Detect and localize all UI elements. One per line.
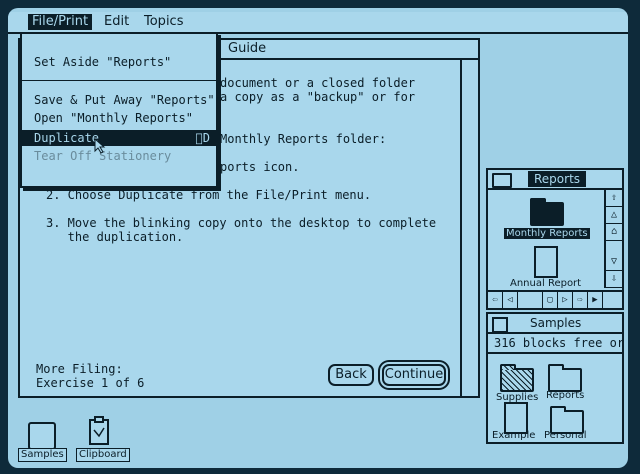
file-print-menu: Set Aside "Reports" Save & Put Away "Rep… <box>20 32 218 188</box>
menu-item-save-put-away[interactable]: Save & Put Away "Reports" <box>22 92 216 108</box>
disk-space-info: 316 blocks free or <box>494 336 625 350</box>
clipboard-label[interactable]: Clipboard <box>76 448 130 462</box>
scroll-left-icon[interactable]: ◁ <box>503 292 518 308</box>
reports-horizontal-scrollbar[interactable]: ⇦ ◁ ▢ ▷ ⇨ ▶ <box>488 290 622 308</box>
doc-line: a copy as a "backup" or for <box>220 90 416 104</box>
screen: File/Print Edit Topics Guide document or… <box>8 8 628 468</box>
samples-window: Samples 316 blocks free or Supplies Repo… <box>486 312 624 444</box>
doc-line: ports icon. <box>220 160 300 174</box>
scroll-down-icon[interactable]: ▽ <box>606 254 622 271</box>
doc-line: the duplication. <box>46 230 184 244</box>
scroll-top-icon[interactable]: ⌂ <box>606 224 622 241</box>
folder-icon[interactable] <box>500 364 534 392</box>
scroll-thumb[interactable] <box>518 292 543 308</box>
arrow-cursor-icon <box>94 138 106 154</box>
scroll-up-icon[interactable]: △ <box>606 207 622 224</box>
lesson-title: More Filing: <box>36 362 123 376</box>
monthly-reports-label[interactable]: Monthly Reports <box>504 228 590 239</box>
doc-line: 2. Choose Duplicate from the File/Print … <box>46 188 372 202</box>
disk-icon <box>492 317 508 333</box>
tutorial-window-title: Guide <box>228 41 267 56</box>
scroll-left-arrow-icon[interactable]: ⇦ <box>488 292 503 308</box>
samples-disk-label[interactable]: Samples <box>18 448 67 462</box>
scroll-page-icon[interactable]: ▢ <box>543 292 558 308</box>
samples-disk-icon[interactable] <box>28 422 56 450</box>
personal-label[interactable]: Personal <box>544 430 587 441</box>
menu-item-duplicate-label: Duplicate <box>34 131 100 145</box>
reports-window-title: Reports <box>528 171 587 187</box>
scroll-up-arrow-icon[interactable]: ⇧ <box>606 190 622 207</box>
tutorial-window-scrollbar[interactable] <box>460 60 478 396</box>
doc-line: Monthly Reports folder: <box>220 132 387 146</box>
menu-item-tear-off-stationery: Tear Off Stationery <box>34 149 172 163</box>
menu-item-set-aside[interactable]: Set Aside "Reports" <box>22 54 216 70</box>
menu-separator <box>22 80 216 81</box>
reports-folder-label[interactable]: Reports <box>546 390 584 401</box>
reports-window: Reports Monthly Reports Annual Report ⇧ … <box>486 168 624 310</box>
folder-icon[interactable] <box>548 364 582 392</box>
scroll-right-arrow-icon[interactable]: ⇨ <box>573 292 588 308</box>
menu-file-print[interactable]: File/Print <box>28 14 93 30</box>
samples-window-title: Samples <box>530 316 582 330</box>
reports-vertical-scrollbar[interactable]: ⇧ △ ⌂ ▽ ⇩ <box>604 190 622 288</box>
menu-bar: File/Print Edit Topics <box>8 12 628 34</box>
document-icon[interactable] <box>534 246 558 278</box>
menu-item-open[interactable]: Open "Monthly Reports" <box>22 110 216 126</box>
divider <box>488 352 622 354</box>
reports-window-titlebar[interactable]: Reports <box>488 170 622 190</box>
lesson-progress: Exercise 1 of 6 <box>36 376 145 390</box>
folder-icon[interactable] <box>530 198 564 226</box>
annual-report-label[interactable]: Annual Report <box>510 278 581 289</box>
doc-line: document or a closed folder <box>220 76 416 90</box>
folder-icon <box>492 173 512 188</box>
back-button[interactable]: Back <box>328 364 374 386</box>
doc-line: 3. Move the blinking copy onto the deskt… <box>46 216 437 230</box>
menu-topics[interactable]: Topics <box>140 14 187 30</box>
clipboard-icon[interactable] <box>88 416 110 446</box>
scroll-right-icon[interactable]: ▶ <box>588 292 603 308</box>
scroll-down-arrow-icon[interactable]: ⇩ <box>606 271 622 288</box>
samples-window-titlebar[interactable]: Samples <box>488 314 622 334</box>
apple-key-shortcut: D <box>196 131 210 145</box>
example-label[interactable]: Example <box>492 430 535 441</box>
menu-item-duplicate[interactable]: Duplicate D <box>22 130 216 146</box>
menu-edit[interactable]: Edit <box>100 14 133 30</box>
continue-button[interactable]: Continue <box>382 364 446 386</box>
scroll-page-right-icon[interactable]: ▷ <box>558 292 573 308</box>
